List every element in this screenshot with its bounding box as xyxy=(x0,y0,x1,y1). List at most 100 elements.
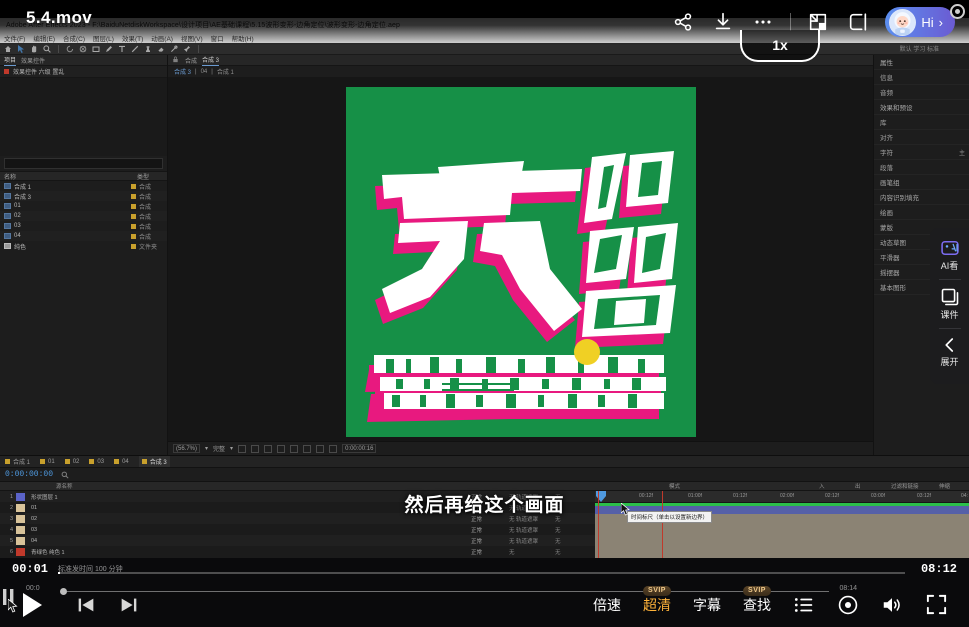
eraser-tool-icon[interactable] xyxy=(157,45,165,53)
pen-tool-icon[interactable] xyxy=(105,45,113,53)
camera-tool-icon[interactable] xyxy=(79,45,87,53)
breadcrumb-item-1[interactable]: 04 xyxy=(201,69,208,75)
tab-project[interactable]: 项目 xyxy=(4,55,16,66)
project-item[interactable]: 01 合成 xyxy=(0,201,167,211)
layer-bar[interactable] xyxy=(595,525,969,536)
transparency-grid-icon[interactable] xyxy=(251,445,259,453)
download-icon[interactable] xyxy=(710,9,736,35)
mask-visibility-icon[interactable] xyxy=(264,445,272,453)
panel-item-content-aware-fill[interactable]: 内容识别填充 xyxy=(874,190,969,205)
panel-item-libraries[interactable]: 库 xyxy=(874,115,969,130)
project-item[interactable]: 04 合成 xyxy=(0,231,167,241)
hand-tool-icon[interactable] xyxy=(30,45,38,53)
layer-bar[interactable] xyxy=(595,547,969,558)
channel-icon[interactable] xyxy=(303,445,311,453)
timeline-tab[interactable]: 02 xyxy=(65,459,80,465)
zoom-tool-icon[interactable] xyxy=(43,45,51,53)
volume-button[interactable] xyxy=(870,582,914,627)
previous-video-button[interactable] xyxy=(75,594,97,616)
timeline-tab[interactable]: 03 xyxy=(89,459,104,465)
project-item[interactable]: 合成 1 合成 xyxy=(0,181,167,191)
panel-item-info[interactable]: 信息 xyxy=(874,70,969,85)
viewer-timecode[interactable]: 0:00:00:16 xyxy=(342,444,376,453)
home-icon[interactable] xyxy=(4,45,12,53)
layer-name[interactable]: 青绿色 纯色 1 xyxy=(25,548,471,556)
title-safe-icon[interactable] xyxy=(277,445,285,453)
exposure-gear-icon[interactable] xyxy=(316,445,324,453)
layer-track-matte[interactable]: 无 xyxy=(509,548,555,556)
zoom-level-dropdown[interactable]: (56.7%) xyxy=(173,444,200,453)
playback-speed-badge[interactable]: 1x xyxy=(740,30,820,62)
panel-item-align[interactable]: 对齐 xyxy=(874,130,969,145)
layer-parent[interactable]: 无 xyxy=(555,548,595,556)
menu-item-help[interactable]: 帮助(H) xyxy=(232,33,254,43)
timeline-layer-row[interactable]: 5 04 正常 无 轨道遮罩 无 xyxy=(0,535,595,546)
project-item[interactable]: 纯色 文件夹 xyxy=(0,241,167,251)
ae-tool-bar[interactable]: 默认 学习 标准 xyxy=(0,43,969,55)
layer-track-matte[interactable]: 无 轨道遮罩 xyxy=(509,526,555,534)
timeline-tab[interactable]: 01 xyxy=(40,459,55,465)
menu-item-composition[interactable]: 合成(C) xyxy=(63,33,85,43)
share-icon[interactable] xyxy=(670,9,696,35)
layer-blend-mode[interactable]: 正常 xyxy=(471,526,509,534)
breadcrumb-item-2[interactable]: 合成 1 xyxy=(217,67,234,76)
user-greeting-button[interactable]: Hi › xyxy=(885,7,955,37)
progress-strip[interactable]: 00:01 标准发时间 100 分钟 08:12 xyxy=(0,558,969,582)
brush-tool-icon[interactable] xyxy=(131,45,139,53)
comp-breadcrumb[interactable]: 合成 3 | 04 | 合成 1 xyxy=(168,66,873,77)
roto-brush-icon[interactable] xyxy=(170,45,178,53)
play-button[interactable] xyxy=(14,588,48,622)
timeline-layer-row[interactable]: 6 青绿色 纯色 1 正常 无 无 xyxy=(0,546,595,557)
puppet-pin-icon[interactable] xyxy=(183,45,191,53)
3d-view-icon[interactable] xyxy=(290,445,298,453)
timeline-tab-active[interactable]: 合成 3 xyxy=(139,456,170,467)
timeline-tab[interactable]: 合成 1 xyxy=(5,457,30,466)
search-layers-icon[interactable] xyxy=(61,471,69,479)
next-video-button[interactable] xyxy=(118,594,140,616)
timeline-time-row[interactable]: 0:00:00:00 xyxy=(0,468,969,482)
settings-button[interactable] xyxy=(826,582,870,627)
comp-tab-active[interactable]: 合成 3 xyxy=(202,55,219,66)
rectangle-tool-icon[interactable] xyxy=(92,45,100,53)
lock-icon[interactable] xyxy=(172,56,180,64)
composition-canvas-stage[interactable] xyxy=(168,77,873,439)
progress-bar-track[interactable] xyxy=(58,572,905,574)
playback-speed-button[interactable]: 倍速 xyxy=(582,582,632,627)
project-panel-tabs[interactable]: 项目 效果控件 xyxy=(0,55,167,66)
menu-item-edit[interactable]: 编辑(E) xyxy=(33,33,55,43)
panel-item-paint[interactable]: 绘画 xyxy=(874,205,969,220)
expand-button[interactable]: 展开 xyxy=(930,332,969,372)
wide-screen-icon[interactable] xyxy=(845,9,871,35)
project-item[interactable]: 合成 3 合成 xyxy=(0,191,167,201)
chevron-down-icon-2[interactable]: ▾ xyxy=(230,445,233,452)
panel-item-properties[interactable]: 属性 xyxy=(874,55,969,70)
menu-item-window[interactable]: 窗口 xyxy=(211,33,224,43)
scrub-handle[interactable] xyxy=(60,588,67,595)
menu-item-animation[interactable]: 动画(A) xyxy=(151,33,173,43)
tab-effect-controls[interactable]: 效果控件 xyxy=(21,56,45,65)
project-search-input[interactable] xyxy=(4,158,163,169)
timeline-layer-row[interactable]: 4 03 正常 无 轨道遮罩 无 xyxy=(0,524,595,535)
player-bottom-bar[interactable]: 00:01 标准发时间 100 分钟 08:12 00:0 08:14 xyxy=(0,558,969,627)
rotation-tool-icon[interactable] xyxy=(66,45,74,53)
layer-track-matte[interactable]: 无 轨道遮罩 xyxy=(509,537,555,545)
timeline-tab[interactable]: 04 xyxy=(114,459,129,465)
project-item[interactable]: 02 合成 xyxy=(0,211,167,221)
playlist-button[interactable] xyxy=(782,582,826,627)
menu-item-effect[interactable]: 效果(T) xyxy=(122,33,143,43)
timeline-timecode[interactable]: 0:00:00:00 xyxy=(5,470,53,479)
courseware-button[interactable]: 课件 xyxy=(930,283,969,325)
layer-name[interactable]: 03 xyxy=(25,527,471,533)
ai-side-rail[interactable]: AI看 课件 展开 xyxy=(930,228,969,384)
project-panel[interactable]: 项目 效果控件 效果控件 六级 置乱 名称 类型 合成 1 合成 合成 3 xyxy=(0,55,168,455)
layer-bar[interactable] xyxy=(595,536,969,547)
menu-item-layer[interactable]: 图层(L) xyxy=(93,33,114,43)
menu-item-file[interactable]: 文件(F) xyxy=(4,33,25,43)
menu-item-view[interactable]: 视图(V) xyxy=(181,33,203,43)
panel-item-audio[interactable]: 音频 xyxy=(874,85,969,100)
quality-button[interactable]: SVIP 超清 xyxy=(632,582,682,627)
layer-blend-mode[interactable]: 正常 xyxy=(471,537,509,545)
player-controls[interactable]: 00:0 08:14 倍速 SVIP 超清 xyxy=(0,582,969,627)
layer-parent[interactable]: 无 xyxy=(555,526,595,534)
search-button[interactable]: SVIP 查找 xyxy=(732,582,782,627)
